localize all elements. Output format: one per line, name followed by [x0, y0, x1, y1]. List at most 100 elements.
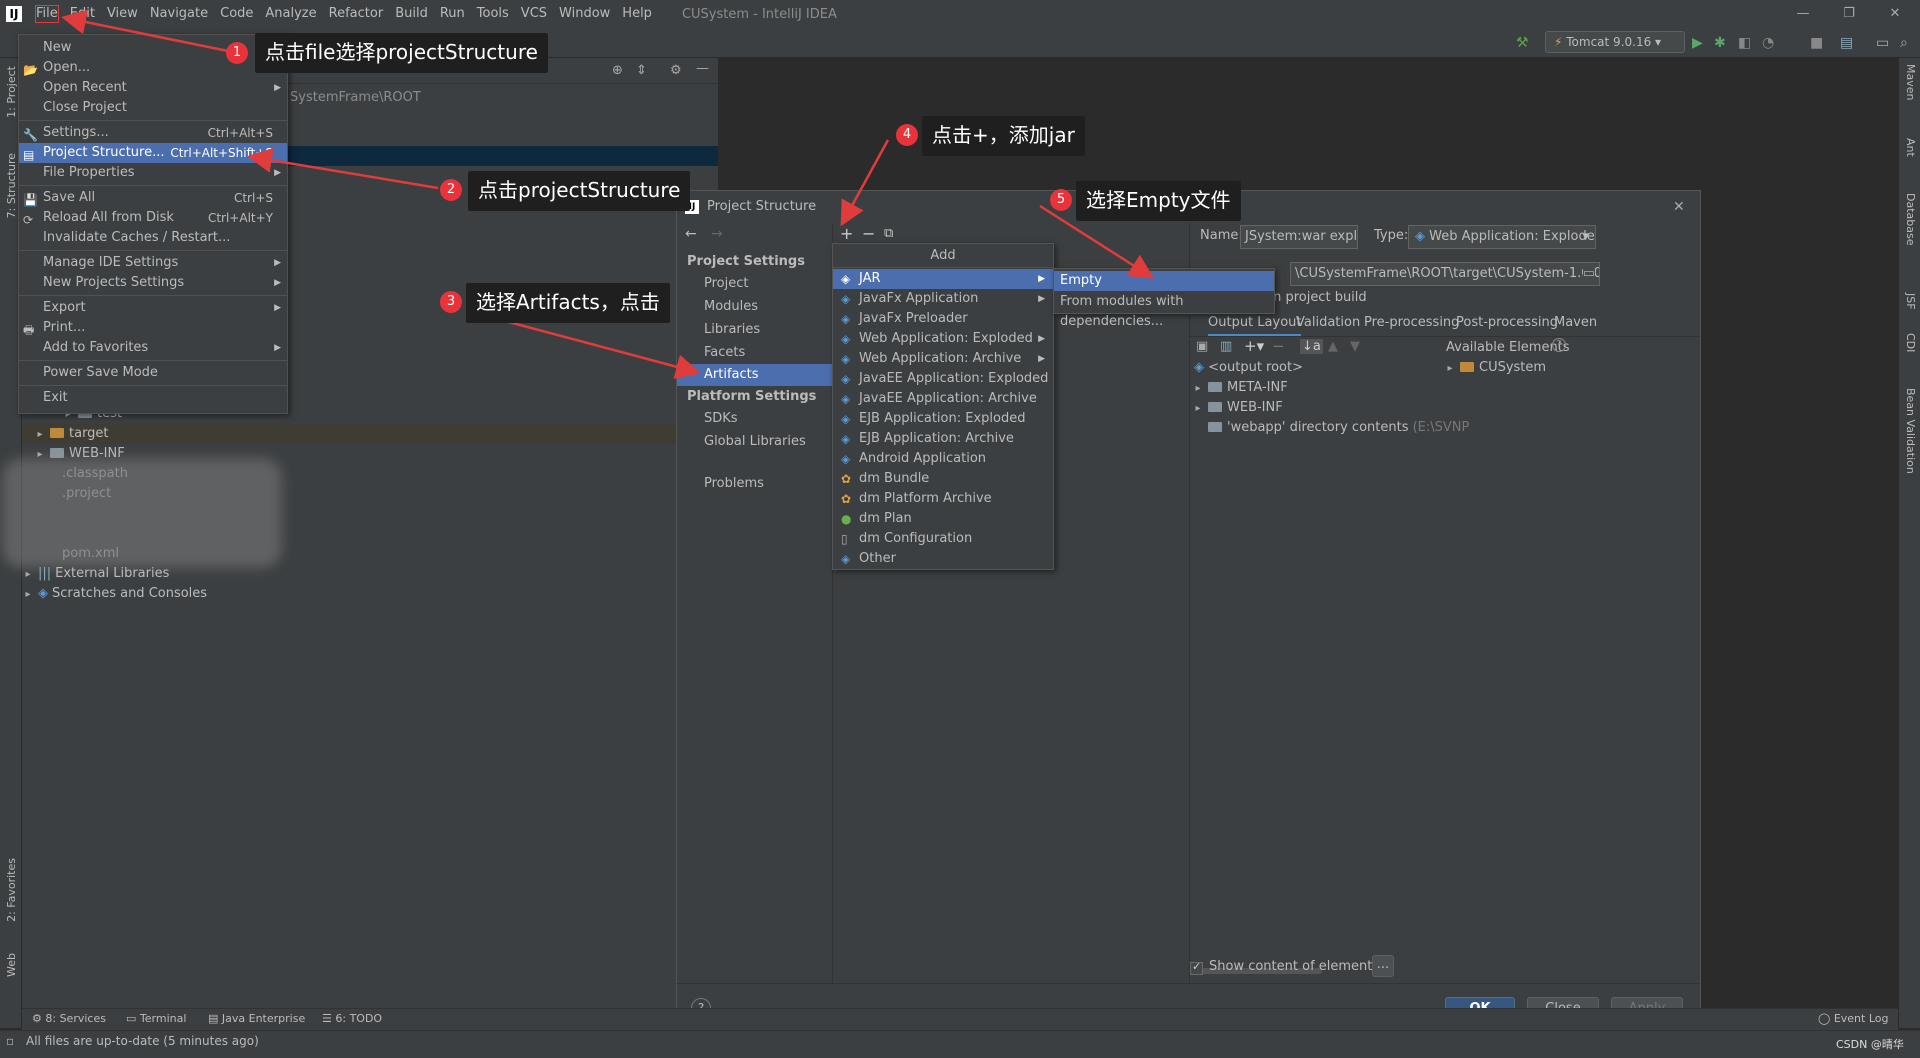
sidebar-item-problems[interactable]: Problems	[677, 473, 832, 495]
add-element-icon[interactable]: +▾	[1244, 337, 1264, 355]
sidebar-item-project[interactable]: Project	[677, 273, 832, 295]
tool-jsf[interactable]: JSF	[1904, 293, 1917, 310]
file-menu-exit[interactable]: Exit	[19, 388, 287, 408]
add-item-other[interactable]: ◈ Other	[833, 549, 1053, 569]
collapse-icon[interactable]: ⇕	[636, 63, 647, 78]
file-menu-file-properties[interactable]: File Properties ▶	[19, 163, 287, 183]
tool-bean-validation[interactable]: Bean Validation	[1904, 388, 1917, 474]
file-menu-new-projects-settings[interactable]: New Projects Settings ▶	[19, 273, 287, 293]
menu-edit[interactable]: Edit	[64, 0, 101, 28]
tool-ant[interactable]: Ant	[1904, 138, 1917, 157]
sidebar-item-facets[interactable]: Facets	[677, 342, 832, 364]
coverage-icon[interactable]: ◧	[1738, 35, 1751, 51]
menu-file[interactable]: File	[30, 0, 64, 28]
add-item-javafx-app[interactable]: ◈ JavaFx Application ▶	[833, 289, 1053, 309]
add-item-dm-platform-archive[interactable]: ✿ dm Platform Archive	[833, 489, 1053, 509]
back-arrow-icon[interactable]: ←	[685, 223, 697, 245]
move-up-icon[interactable]: ▲	[1328, 339, 1338, 354]
build-hammer-icon[interactable]: ⚒	[1516, 35, 1529, 51]
output-tree-row[interactable]: 'webapp' directory contents (E:\SVNP	[1204, 418, 1469, 438]
menu-analyze[interactable]: Analyze	[259, 0, 322, 28]
file-menu-close-project[interactable]: Close Project	[19, 98, 287, 118]
available-tree-row[interactable]: ▸ CUSystem	[1444, 358, 1546, 379]
sort-icon[interactable]: ↓a	[1300, 339, 1323, 354]
dialog-close-icon[interactable]: ✕	[1673, 191, 1685, 223]
file-menu-reload[interactable]: ⟳ Reload All from Disk Ctrl+Alt+Y	[19, 208, 287, 228]
add-item-javaee-archive[interactable]: ◈ JavaEE Application: Archive	[833, 389, 1053, 409]
tab-validation[interactable]: Validation	[1296, 312, 1360, 334]
search-everywhere-icon[interactable]: ⌕	[1900, 35, 1908, 51]
show-content-checkbox[interactable]	[1190, 960, 1203, 975]
remove-minus-icon[interactable]: −	[862, 223, 875, 245]
add-item-web-archive[interactable]: ◈ Web Application: Archive ▶	[833, 349, 1053, 369]
add-item-dm-bundle[interactable]: ✿ dm Bundle	[833, 469, 1053, 489]
file-menu-add-to-favorites[interactable]: Add to Favorites ▶	[19, 338, 287, 358]
sidebar-item-artifacts[interactable]: Artifacts	[677, 364, 832, 386]
add-item-javaee-exploded[interactable]: ◈ JavaEE Application: Exploded	[833, 369, 1053, 389]
add-plus-icon[interactable]: +	[840, 223, 853, 245]
forward-arrow-icon[interactable]: →	[711, 223, 723, 245]
menu-build[interactable]: Build	[389, 0, 434, 28]
tab-pre-processing[interactable]: Pre-processing	[1364, 312, 1459, 334]
layout-icon[interactable]: ▭	[1876, 35, 1889, 51]
tool-maven[interactable]: Maven	[1904, 64, 1917, 100]
tool-web[interactable]: Web	[5, 953, 18, 977]
file-menu-power-save[interactable]: Power Save Mode	[19, 363, 287, 383]
project-structure-icon[interactable]: ▤	[1840, 35, 1853, 51]
menu-help[interactable]: Help	[616, 0, 658, 28]
artifact-name-field[interactable]: JSystem:war exploded	[1240, 225, 1358, 249]
menu-tools[interactable]: Tools	[471, 0, 515, 28]
add-item-javafx-preloader[interactable]: ◈ JavaFx Preloader	[833, 309, 1053, 329]
output-root-row[interactable]: ◈ <output root>	[1194, 358, 1303, 378]
file-menu-open-recent[interactable]: Open Recent ▶	[19, 78, 287, 98]
output-dir-field[interactable]: \CUSystemFrame\ROOT\target\CUSystem-1.0.…	[1290, 262, 1600, 286]
restore-icon[interactable]: ❐	[1826, 0, 1872, 28]
tab-services[interactable]: ⚙ 8: Services	[32, 1012, 106, 1025]
hide-icon[interactable]: —	[696, 61, 709, 76]
sidebar-item-global-libraries[interactable]: Global Libraries	[677, 431, 832, 453]
output-tree-row[interactable]: ▸ META-INF	[1192, 378, 1287, 399]
add-item-android[interactable]: ◈ Android Application	[833, 449, 1053, 469]
add-item-dm-configuration[interactable]: ▯ dm Configuration	[833, 529, 1053, 549]
file-menu-export[interactable]: Export ▶	[19, 298, 287, 318]
run-config-select[interactable]: ⚡ Tomcat 9.0.16 ▾	[1545, 31, 1685, 53]
sidebar-item-libraries[interactable]: Libraries	[677, 319, 832, 341]
add-item-ejb-exploded[interactable]: ◈ EJB Application: Exploded	[833, 409, 1053, 429]
close-window-icon[interactable]: ✕	[1872, 0, 1918, 28]
tool-database[interactable]: Database	[1904, 193, 1917, 246]
add-item-web-exploded[interactable]: ◈ Web Application: Exploded ▶	[833, 329, 1053, 349]
new-folder-icon[interactable]: ▣	[1196, 339, 1208, 354]
gear-icon[interactable]: ⚙	[670, 63, 682, 78]
tool-favorites[interactable]: 2: Favorites	[5, 858, 18, 922]
menu-run[interactable]: Run	[434, 0, 471, 28]
tool-project[interactable]: 1: Project	[5, 66, 18, 118]
tool-cdi[interactable]: CDI	[1904, 333, 1917, 352]
status-toggle-icon[interactable]: ▫	[6, 1034, 14, 1048]
file-menu-manage-ide-settings[interactable]: Manage IDE Settings ▶	[19, 253, 287, 273]
menu-window[interactable]: Window	[553, 0, 616, 28]
tab-output-layout[interactable]: Output Layout	[1208, 312, 1302, 337]
tree-row[interactable]: ▸ target	[22, 424, 718, 444]
menu-code[interactable]: Code	[214, 0, 259, 28]
menu-navigate[interactable]: Navigate	[144, 0, 214, 28]
tab-java-enterprise[interactable]: ▤ Java Enterprise	[208, 1012, 305, 1025]
stop-icon[interactable]: ■	[1810, 35, 1823, 51]
minimize-icon[interactable]: —	[1780, 0, 1826, 28]
file-menu-settings[interactable]: 🔧 Settings... Ctrl+Alt+S	[19, 123, 287, 143]
artifact-type-select[interactable]: ◈ Web Application: Exploded ▾	[1408, 225, 1596, 249]
output-tree-row[interactable]: ▸ WEB-INF	[1192, 398, 1282, 419]
move-down-icon[interactable]: ▼	[1350, 339, 1360, 354]
jar-empty-item[interactable]: Empty	[1054, 271, 1274, 291]
add-item-dm-plan[interactable]: ● dm Plan	[833, 509, 1053, 529]
menu-refactor[interactable]: Refactor	[323, 0, 390, 28]
sidebar-item-sdks[interactable]: SDKs	[677, 408, 832, 430]
file-menu-project-structure[interactable]: ▤ Project Structure... Ctrl+Alt+Shift+S	[19, 143, 287, 163]
run-icon[interactable]: ▶	[1692, 35, 1703, 51]
help-circle-icon[interactable]: ?	[1552, 338, 1566, 352]
browse-folder-icon[interactable]: ▭	[1582, 263, 1595, 285]
sidebar-item-modules[interactable]: Modules	[677, 296, 832, 318]
file-menu-save-all[interactable]: 💾 Save All Ctrl+S	[19, 188, 287, 208]
add-item-jar[interactable]: ◈ JAR ▶	[833, 269, 1053, 289]
tab-post-processing[interactable]: Post-processing	[1456, 312, 1558, 334]
profile-icon[interactable]: ◔	[1762, 35, 1774, 51]
